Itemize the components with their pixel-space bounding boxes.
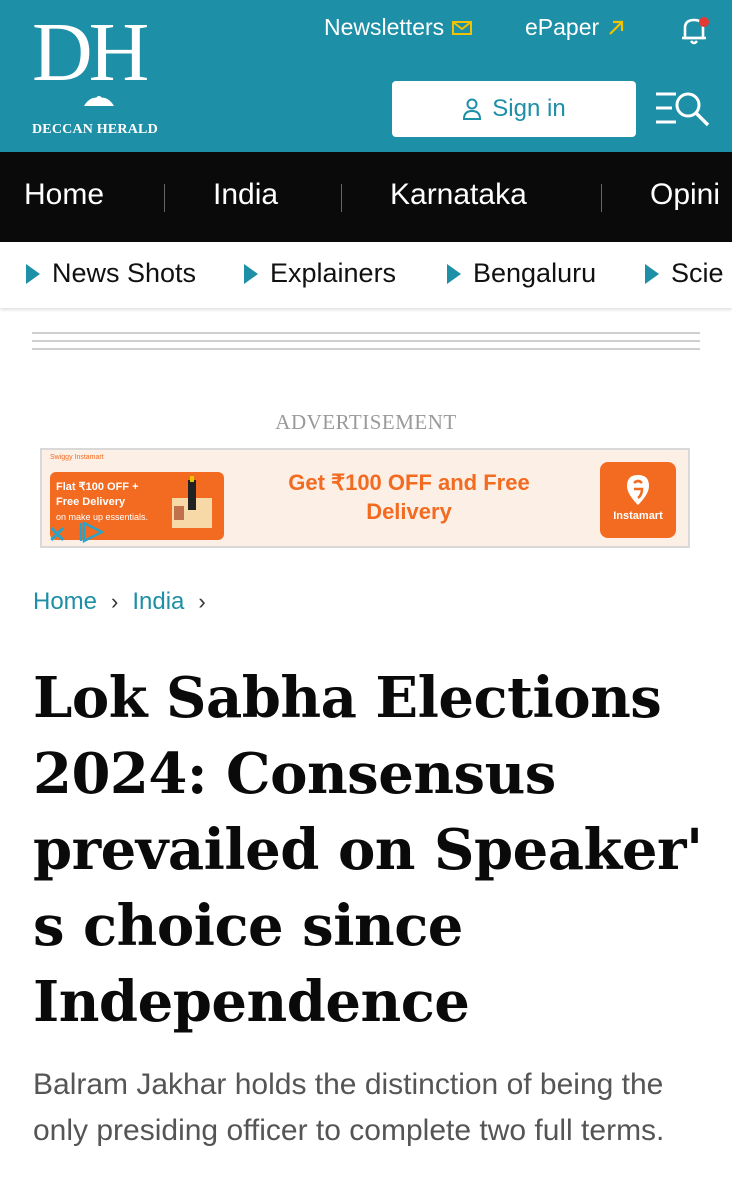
product-image-icon [172,476,212,528]
sub-nav-label: Bengaluru [473,258,597,288]
newsletters-link[interactable]: Newsletters [324,14,473,41]
logo-emblem-icon [84,96,114,106]
sub-nav-label: Scie [671,258,724,288]
site-logo[interactable]: DH DECCAN HERALD [32,6,164,138]
sub-nav: News Shots Explainers Bengaluru Scie [0,242,732,308]
sign-in-label: Sign in [492,95,566,122]
site-header: DH DECCAN HERALD Newsletters ePaper Sign… [0,0,732,152]
newsletters-label: Newsletters [324,14,445,40]
user-icon [463,98,482,120]
main-nav-item-india[interactable]: India [213,178,278,212]
triangle-right-icon [447,263,461,284]
envelope-icon [452,20,473,35]
sub-nav-label: Explainers [270,258,397,288]
breadcrumb: Home › India › [33,588,206,616]
chevron-right-icon: › [198,589,206,614]
logo-mark: DH [32,6,149,99]
article-title: Lok Sabha Elections 2024: Consensus prev… [33,665,703,1035]
nav-divider [341,184,342,212]
menu-search-icon[interactable] [654,88,712,128]
swiggy-logo-icon [627,475,649,505]
sub-nav-item-news-shots[interactable]: News Shots [26,258,196,289]
chevron-right-icon: › [111,589,119,614]
advertisement-label: ADVERTISEMENT [275,410,457,434]
sub-nav-item-bengaluru[interactable]: Bengaluru [447,258,596,289]
epaper-label: ePaper [525,14,600,40]
triangle-right-icon [244,263,258,284]
sub-nav-item-explainers[interactable]: Explainers [244,258,396,289]
article-summary: Balram Jakhar holds the distinction of b… [33,1068,665,1147]
triangle-right-icon [645,263,659,284]
breadcrumb-india[interactable]: India [132,588,184,616]
nav-divider [164,184,165,212]
sign-in-button[interactable]: Sign in [392,81,636,137]
ad-offer-line: Free Delivery [56,496,126,508]
sub-nav-label: News Shots [52,258,197,288]
breadcrumb-home[interactable]: Home [33,588,97,616]
notification-bell-icon[interactable] [676,12,712,48]
instamart-logo: Instamart [600,462,676,538]
sub-nav-item-science[interactable]: Scie [645,258,724,289]
ad-brand-small: Swiggy Instamart [50,454,104,461]
triangle-right-icon [26,263,40,284]
ad-offer-line: Flat ₹100 OFF + [56,481,139,493]
divider-line [32,348,700,350]
ad-headline: Get ₹100 OFF and Free Delivery [288,470,530,524]
instamart-label: Instamart [613,510,663,522]
advertisement-banner[interactable]: Swiggy Instamart Flat ₹100 OFF + Free De… [40,448,690,548]
main-nav-item-opinion[interactable]: Opini [650,178,720,212]
main-nav: Home India Karnataka Opini [0,152,732,242]
divider-line [32,340,700,342]
logo-subtitle: DECCAN HERALD [32,122,158,137]
adchoices-icon[interactable] [78,520,106,544]
epaper-link[interactable]: ePaper [525,14,625,41]
ad-close-icon[interactable]: ✕ [48,522,66,546]
arrow-up-right-icon [609,20,624,35]
divider-line [32,332,700,334]
main-nav-item-home[interactable]: Home [24,178,104,212]
nav-divider [601,184,602,212]
main-nav-item-karnataka[interactable]: Karnataka [390,178,527,212]
ad-offer-panel: Flat ₹100 OFF + Free Delivery on make up… [50,472,224,540]
